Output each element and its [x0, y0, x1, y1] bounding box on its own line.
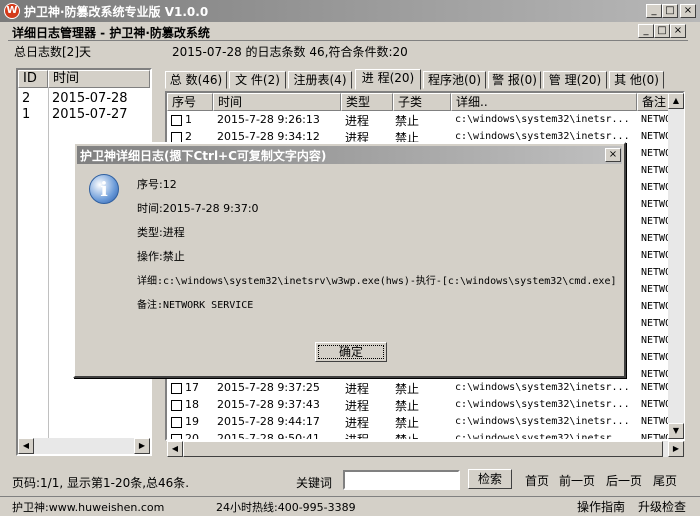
row-time: 2015-7-28 9:50:41: [217, 432, 320, 441]
date-list-header-id[interactable]: ID: [18, 70, 48, 88]
row-checkbox[interactable]: [171, 115, 182, 126]
dialog-close-button[interactable]: ×: [605, 148, 621, 162]
prev-page-button[interactable]: 前一页: [559, 472, 595, 489]
dialog-titlebar: 护卫神详细日志(摁下Ctrl+C可复制文字内容) ×: [77, 146, 622, 164]
row-num: 1: [185, 113, 192, 126]
row-detail: c:\windows\system32\inetsr...: [455, 433, 630, 441]
row-detail: c:\windows\system32\inetsr...: [455, 114, 630, 125]
row-checkbox[interactable]: [171, 417, 182, 428]
dialog-title: 护卫神详细日志(摁下Ctrl+C可复制文字内容): [80, 149, 327, 163]
row-subtype: 禁止: [395, 114, 420, 128]
date-list-item-date[interactable]: 2015-07-27: [52, 107, 128, 122]
grid-hscrollbar[interactable]: ◀ ▶: [167, 441, 684, 457]
dialog-line-action: 操作:禁止: [137, 250, 185, 263]
dialog-line-type: 类型:进程: [137, 226, 185, 239]
child-maximize-button[interactable]: □: [654, 24, 670, 38]
close-button[interactable]: ×: [680, 4, 696, 18]
tab-total[interactable]: 总 数(46): [165, 71, 227, 89]
grid-header-subtype[interactable]: 子类: [393, 93, 451, 111]
child-window-title: 详细日志管理器 - 护卫神·防篡改系统: [12, 26, 210, 40]
row-num: 18: [185, 398, 199, 411]
row-num: 20: [185, 432, 199, 441]
scroll-up-icon[interactable]: ▲: [668, 93, 684, 109]
row-checkbox[interactable]: [171, 434, 182, 439]
date-list-header-time[interactable]: 时间: [48, 70, 150, 88]
child-close-button[interactable]: ×: [670, 24, 686, 38]
row-type: 进程: [345, 399, 370, 413]
scroll-left-icon[interactable]: ◀: [18, 438, 34, 454]
dialog-line-detail: 详细:c:\windows\system32\inetsrv\w3wp.exe(…: [137, 276, 617, 287]
app-logo-icon: W: [4, 3, 20, 19]
info-icon: i: [89, 174, 119, 204]
summary-day-info: 2015-07-28 的日志条数 46,符合条件数:20: [172, 45, 408, 59]
row-detail: c:\windows\system32\inetsr...: [455, 382, 630, 393]
row-type: 进程: [345, 382, 370, 396]
row-detail: c:\windows\system32\inetsr...: [455, 131, 630, 142]
keyword-input[interactable]: [343, 470, 460, 490]
row-detail: c:\windows\system32\inetsr...: [455, 416, 630, 427]
site-link[interactable]: 护卫神:www.huweishen.com: [12, 499, 164, 515]
grid-header-detail[interactable]: 详细..: [451, 93, 637, 111]
maximize-button[interactable]: □: [662, 4, 678, 18]
row-time: 2015-7-28 9:26:13: [217, 113, 320, 126]
column-divider: [48, 88, 49, 454]
tab-registry[interactable]: 注册表(4): [288, 71, 352, 89]
minimize-button[interactable]: _: [646, 4, 662, 18]
tab-app-pool[interactable]: 程序池(0): [423, 71, 486, 89]
first-page-button[interactable]: 首页: [525, 472, 549, 489]
pager-info: 页码:1/1, 显示第1-20条,总46条.: [12, 476, 190, 490]
row-num: 19: [185, 415, 199, 428]
log-detail-dialog: 护卫神详细日志(摁下Ctrl+C可复制文字内容) × i 序号:12 时间:20…: [73, 142, 626, 378]
scroll-down-icon[interactable]: ▼: [668, 423, 684, 439]
row-time: 2015-7-28 9:44:17: [217, 415, 320, 428]
row-subtype: 禁止: [395, 382, 420, 396]
upgrade-link[interactable]: 升级检查: [638, 498, 686, 515]
child-minimize-button[interactable]: _: [638, 24, 654, 38]
dialog-line-time: 时间:2015-7-28 9:37:0: [137, 202, 259, 215]
hotline-text: 24小时热线:400-995-3389: [216, 501, 356, 514]
search-button[interactable]: 检索: [468, 469, 512, 489]
scroll-right-icon[interactable]: ▶: [668, 441, 684, 457]
grid-vscrollbar[interactable]: ▲ ▼: [668, 93, 684, 439]
row-num: 17: [185, 381, 199, 394]
tab-process[interactable]: 进 程(20): [355, 69, 421, 90]
summary-total-days: 总日志数[2]天: [14, 45, 91, 59]
grid-header-type[interactable]: 类型: [341, 93, 393, 111]
row-detail: c:\windows\system32\inetsr...: [455, 399, 630, 410]
scroll-thumb[interactable]: [183, 441, 663, 457]
scroll-left-icon[interactable]: ◀: [167, 441, 183, 457]
dialog-line-number: 序号:12: [137, 178, 177, 191]
next-page-button[interactable]: 后一页: [606, 472, 642, 489]
grid-header-num[interactable]: 序号: [167, 93, 213, 111]
row-time: 2015-7-28 9:37:25: [217, 381, 320, 394]
child-window-titlebar: 详细日志管理器 - 护卫神·防篡改系统 _ □ ×: [8, 23, 688, 41]
row-time: 2015-7-28 9:37:43: [217, 398, 320, 411]
tab-other[interactable]: 其 他(0): [609, 71, 664, 89]
row-subtype: 禁止: [395, 433, 420, 441]
date-list-item-id[interactable]: 1: [22, 107, 30, 122]
row-subtype: 禁止: [395, 399, 420, 413]
app-titlebar: W 护卫神·防篡改系统专业版 V1.0.0 _ □ ×: [0, 0, 700, 22]
row-type: 进程: [345, 416, 370, 430]
row-type: 进程: [345, 114, 370, 128]
app-title: 护卫神·防篡改系统专业版 V1.0.0: [24, 5, 209, 19]
tab-management[interactable]: 管 理(20): [543, 71, 607, 89]
scroll-right-icon[interactable]: ▶: [134, 438, 150, 454]
date-list-item-id[interactable]: 2: [22, 91, 30, 106]
status-bar: 护卫神:www.huweishen.com 24小时热线:400-995-338…: [0, 496, 700, 516]
guide-link[interactable]: 操作指南: [577, 498, 625, 515]
keyword-label: 关键词: [296, 476, 333, 490]
row-subtype: 禁止: [395, 416, 420, 430]
row-checkbox[interactable]: [171, 400, 182, 411]
grid-header-time[interactable]: 时间: [213, 93, 341, 111]
date-list-hscrollbar[interactable]: ◀ ▶: [18, 438, 150, 454]
row-type: 进程: [345, 433, 370, 441]
tab-alerts[interactable]: 警 报(0): [488, 71, 541, 89]
row-checkbox[interactable]: [171, 383, 182, 394]
dialog-line-note: 备注:NETWORK SERVICE: [137, 300, 254, 311]
ok-button[interactable]: 确定: [315, 342, 387, 362]
tab-files[interactable]: 文 件(2): [229, 71, 286, 89]
last-page-button[interactable]: 尾页: [653, 472, 677, 489]
date-list-item-date[interactable]: 2015-07-28: [52, 91, 128, 106]
